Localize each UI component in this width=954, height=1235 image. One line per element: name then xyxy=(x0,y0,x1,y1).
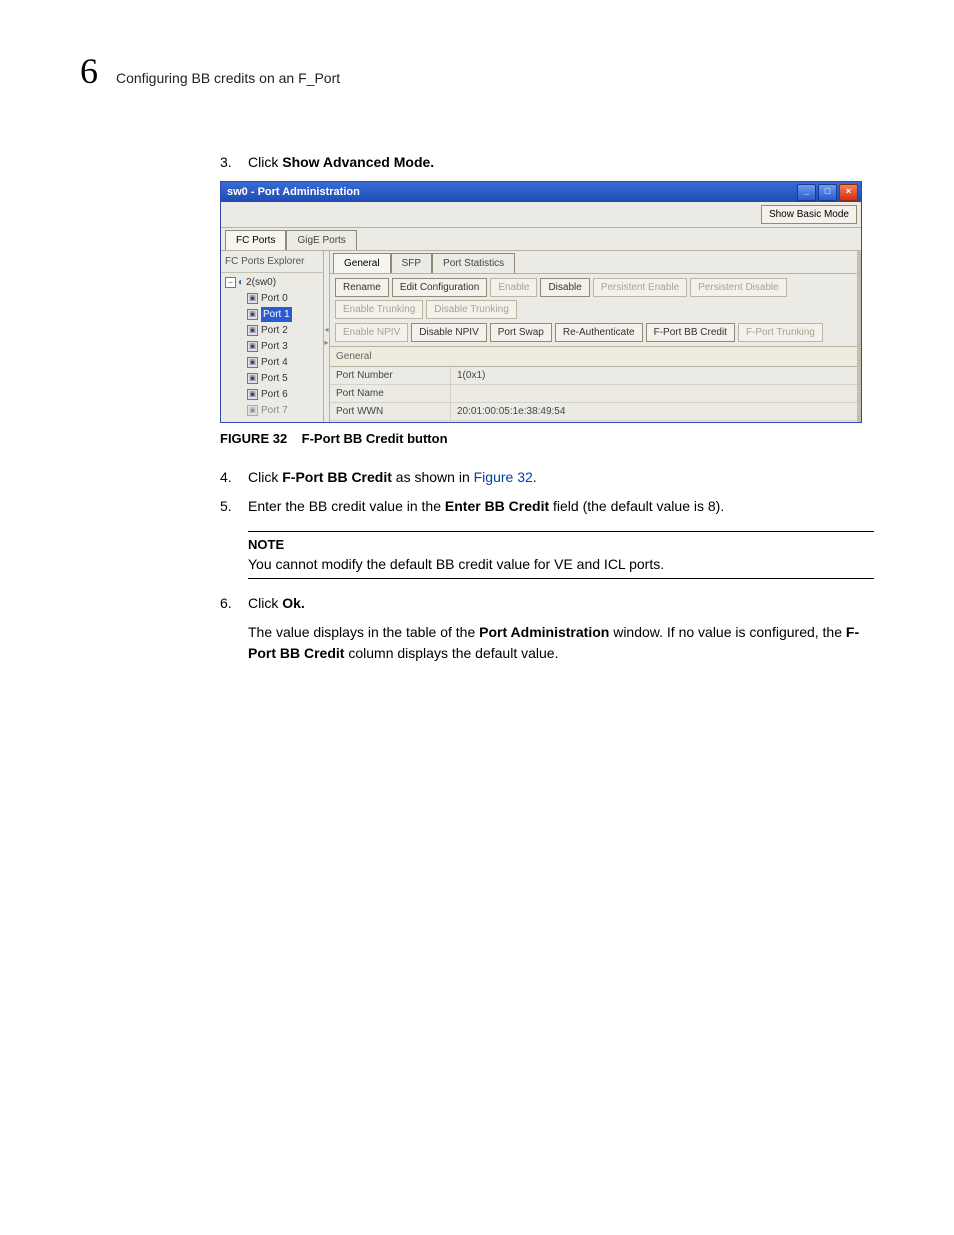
step-3-bold: Show Advanced Mode. xyxy=(282,154,434,170)
note-block: NOTE You cannot modify the default BB cr… xyxy=(248,531,874,580)
general-section-header: General xyxy=(330,346,857,367)
tree-root[interactable]: − ◐ 2(sw0) xyxy=(225,275,321,290)
row-port-wwn: Port WWN 20:01:00:05:1e:38:49:54 xyxy=(330,403,857,421)
port-icon: ▣ xyxy=(247,357,258,368)
figure-label: FIGURE 32 xyxy=(220,431,287,446)
step-3: 3. Click Show Advanced Mode. xyxy=(220,152,874,173)
step-5-number: 5. xyxy=(220,496,248,517)
tree-port-3[interactable]: ▣Port 3 xyxy=(247,339,321,354)
re-authenticate-button[interactable]: Re-Authenticate xyxy=(555,323,643,342)
port-icon: ▣ xyxy=(247,373,258,384)
explorer-header: FC Ports Explorer xyxy=(221,251,323,273)
tree-port-4[interactable]: ▣Port 4 xyxy=(247,355,321,370)
minimize-icon[interactable]: _ xyxy=(797,184,816,201)
tree-port-0[interactable]: ▣Port 0 xyxy=(247,291,321,306)
step-4-text-a: Click xyxy=(248,469,282,485)
chapter-number: 6 xyxy=(80,50,98,92)
figure-caption: FIGURE 32 F-Port BB Credit button xyxy=(220,429,874,449)
window-title: sw0 - Port Administration xyxy=(227,184,360,201)
rename-button[interactable]: Rename xyxy=(335,278,389,297)
port-icon: ▣ xyxy=(247,293,258,304)
tree-port-2[interactable]: ▣Port 2 xyxy=(247,323,321,338)
tree-root-label: 2(sw0) xyxy=(246,275,276,290)
persistent-enable-button[interactable]: Persistent Enable xyxy=(593,278,687,297)
disable-npiv-button[interactable]: Disable NPIV xyxy=(411,323,486,342)
port-icon: ▣ xyxy=(247,325,258,336)
enable-trunking-button[interactable]: Enable Trunking xyxy=(335,300,423,319)
step-6-body-c: window. If no value is configured, the xyxy=(609,624,846,640)
figure-32-link[interactable]: Figure 32 xyxy=(474,469,533,485)
figure-title: F-Port BB Credit button xyxy=(302,431,448,446)
label-port-name: Port Name xyxy=(330,385,451,402)
label-port-wwn: Port WWN xyxy=(330,403,451,420)
enable-button[interactable]: Enable xyxy=(490,278,537,297)
step-6-number: 6. xyxy=(220,593,248,614)
row-port-number: Port Number 1(0x1) xyxy=(330,367,857,385)
step-6-body: The value displays in the table of the P… xyxy=(248,622,874,664)
step-5-bold: Enter BB Credit xyxy=(445,498,549,514)
port-icon: ▣ xyxy=(247,341,258,352)
tab-port-statistics[interactable]: Port Statistics xyxy=(432,253,515,273)
f-port-bb-credit-button[interactable]: F-Port BB Credit xyxy=(646,323,735,342)
chapter-title: Configuring BB credits on an F_Port xyxy=(116,70,340,86)
scrollbar[interactable] xyxy=(857,251,861,422)
step-4-text-c: as shown in xyxy=(392,469,474,485)
note-text: You cannot modify the default BB credit … xyxy=(248,554,874,575)
tree-port-6[interactable]: ▣Port 6 xyxy=(247,387,321,402)
step-4-text-e: . xyxy=(533,469,537,485)
step-6-body-b: Port Administration xyxy=(479,624,609,640)
port-admin-window: sw0 - Port Administration _ □ × Show Bas… xyxy=(220,181,862,423)
tab-gige-ports[interactable]: GigE Ports xyxy=(286,230,356,250)
tab-general[interactable]: General xyxy=(333,253,391,273)
step-6-body-a: The value displays in the table of the xyxy=(248,624,479,640)
show-basic-mode-button[interactable]: Show Basic Mode xyxy=(761,205,857,224)
value-port-name xyxy=(451,385,463,402)
step-3-text-a: Click xyxy=(248,154,282,170)
close-icon[interactable]: × xyxy=(839,184,858,201)
label-port-number: Port Number xyxy=(330,367,451,384)
maximize-icon[interactable]: □ xyxy=(818,184,837,201)
edit-configuration-button[interactable]: Edit Configuration xyxy=(392,278,488,297)
tab-fc-ports[interactable]: FC Ports xyxy=(225,230,286,250)
tree-port-5[interactable]: ▣Port 5 xyxy=(247,371,321,386)
disable-button[interactable]: Disable xyxy=(540,278,589,297)
step-4-number: 4. xyxy=(220,467,248,488)
step-3-number: 3. xyxy=(220,152,248,173)
tree-port-7[interactable]: ▣Port 7 xyxy=(247,403,321,418)
row-port-name: Port Name xyxy=(330,385,857,403)
tab-sfp[interactable]: SFP xyxy=(391,253,432,273)
step-5-text-c: field (the default value is 8). xyxy=(549,498,724,514)
value-port-number: 1(0x1) xyxy=(451,367,491,384)
step-6-bold: Ok. xyxy=(282,595,305,611)
step-4-bold: F-Port BB Credit xyxy=(282,469,392,485)
fc-ports-explorer: FC Ports Explorer − ◐ 2(sw0) ▣Port 0 ▣Po… xyxy=(221,251,324,422)
port-swap-button[interactable]: Port Swap xyxy=(490,323,552,342)
step-6-body-e: column displays the default value. xyxy=(344,645,558,661)
port-icon: ▣ xyxy=(247,405,258,416)
port-icon: ▣ xyxy=(247,389,258,400)
port-icon: ▣ xyxy=(247,309,258,320)
tree-port-1[interactable]: ▣Port 1 xyxy=(247,307,321,322)
step-5-text-a: Enter the BB credit value in the xyxy=(248,498,445,514)
step-4: 4. Click F-Port BB Credit as shown in Fi… xyxy=(220,467,874,488)
step-6: 6. Click Ok. xyxy=(220,593,874,614)
step-6-text-a: Click xyxy=(248,595,282,611)
step-5: 5. Enter the BB credit value in the Ente… xyxy=(220,496,874,517)
f-port-trunking-button[interactable]: F-Port Trunking xyxy=(738,323,823,342)
note-label: NOTE xyxy=(248,535,874,555)
persistent-disable-button[interactable]: Persistent Disable xyxy=(690,278,787,297)
titlebar: sw0 - Port Administration _ □ × xyxy=(221,182,861,202)
value-port-wwn: 20:01:00:05:1e:38:49:54 xyxy=(451,403,571,420)
expand-icon[interactable]: − xyxy=(225,277,236,288)
switch-icon: ◐ xyxy=(238,275,244,290)
enable-npiv-button[interactable]: Enable NPIV xyxy=(335,323,408,342)
disable-trunking-button[interactable]: Disable Trunking xyxy=(426,300,516,319)
